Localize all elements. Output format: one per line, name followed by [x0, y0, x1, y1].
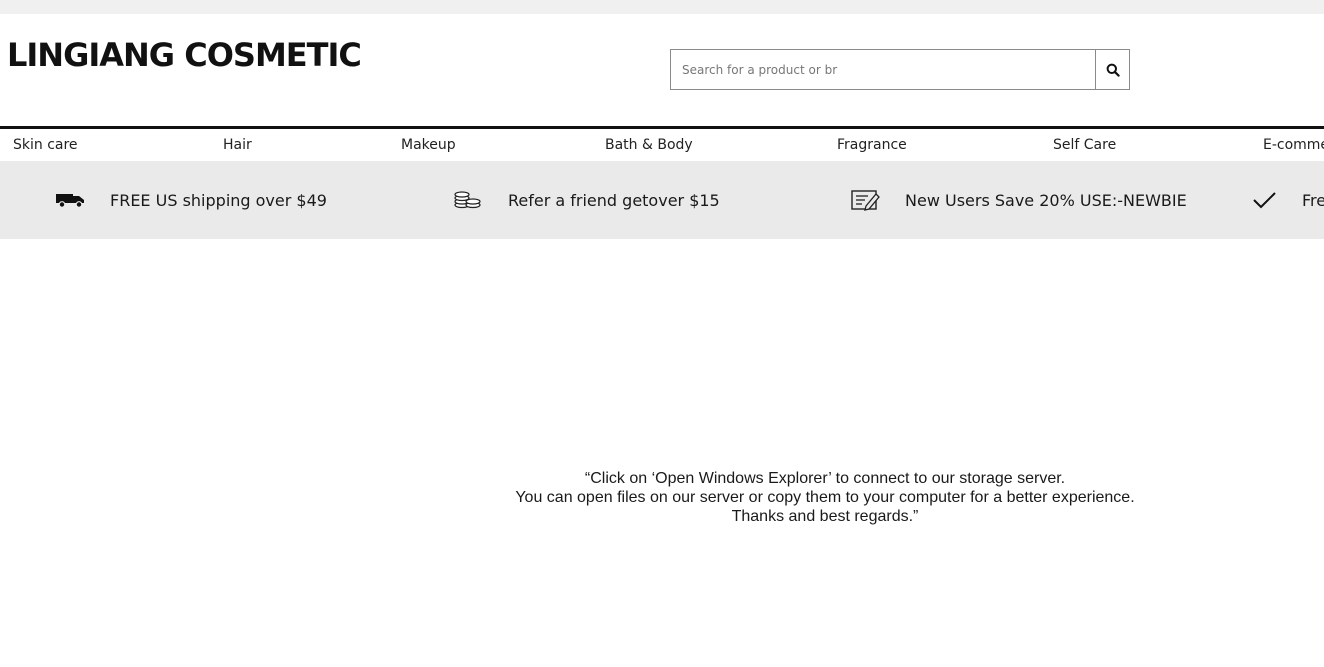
promo-shipping: FREE US shipping over $49	[53, 161, 327, 239]
promo-shipping-text: FREE US shipping over $49	[110, 190, 327, 210]
checkmark-icon	[1247, 186, 1281, 214]
nav-item-skin-care[interactable]: Skin care	[13, 137, 78, 153]
notice-line-2: You can open files on our server or copy…	[515, 489, 1135, 506]
nav-item-makeup[interactable]: Makeup	[401, 137, 456, 153]
top-strip	[0, 0, 1324, 14]
search-icon	[1106, 63, 1120, 77]
category-nav: Skin care Hair Makeup Bath & Body Fragra…	[0, 129, 1324, 161]
coins-icon	[450, 186, 484, 214]
nav-item-hair[interactable]: Hair	[223, 137, 252, 153]
edit-note-icon	[848, 186, 882, 214]
promo-fourth-text: Fre	[1302, 190, 1324, 210]
notice-line-1: “Click on ‘Open Windows Explorer’ to con…	[584, 470, 1066, 487]
notice-line-3: Thanks and best regards.”	[731, 508, 919, 525]
search-input[interactable]	[671, 50, 1097, 89]
promo-referral: Refer a friend getover $15	[450, 161, 720, 239]
promo-fourth: Fre	[1247, 161, 1324, 239]
promo-new-users: New Users Save 20% USE:-NEWBIE	[848, 161, 1187, 239]
search-bar	[670, 49, 1130, 90]
nav-item-self-care[interactable]: Self Care	[1053, 137, 1116, 153]
nav-item-bath-body[interactable]: Bath & Body	[605, 137, 693, 153]
promo-referral-text: Refer a friend getover $15	[508, 190, 720, 210]
search-button[interactable]	[1095, 50, 1129, 89]
promo-banner: FREE US shipping over $49 Refer a friend…	[0, 161, 1324, 239]
promo-new-users-text: New Users Save 20% USE:-NEWBIE	[905, 190, 1187, 210]
nav-item-fragrance[interactable]: Fragrance	[837, 137, 907, 153]
site-logo[interactable]: LINGIANG COSMETIC	[7, 36, 362, 74]
notice-message: “Click on ‘Open Windows Explorer’ to con…	[460, 469, 1190, 526]
nav-item-ecommerce[interactable]: E-comme	[1263, 137, 1324, 153]
truck-icon	[53, 186, 87, 214]
